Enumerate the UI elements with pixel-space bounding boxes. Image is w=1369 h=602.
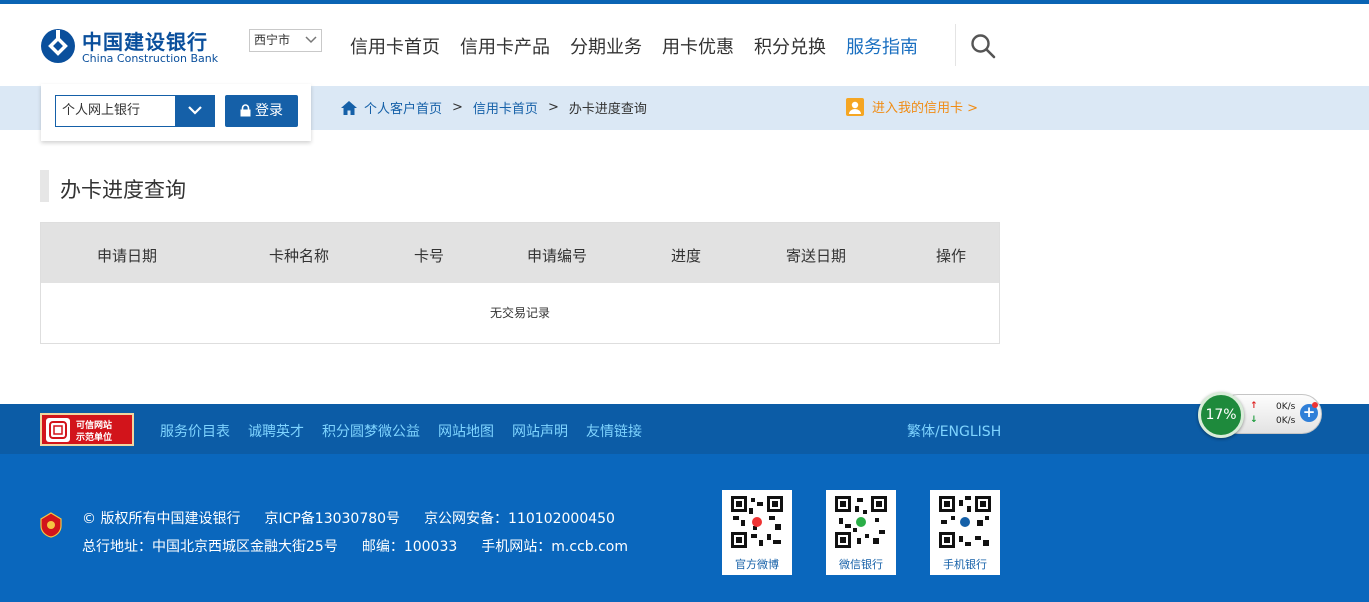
breadcrumb-separator: > (547, 100, 559, 115)
nav-item-card-products[interactable]: 信用卡产品 (460, 33, 550, 59)
qr-label-weibo: 官方微博 (735, 558, 779, 571)
nav-item-service-guide[interactable]: 服务指南 (846, 33, 918, 59)
nav-item-points[interactable]: 积分兑换 (754, 33, 826, 59)
login-type-value: 个人网上银行 (62, 103, 141, 118)
city-select-value: 西宁市 (254, 33, 291, 47)
trusted-site-badge[interactable]: 可信网站 示范单位 (40, 413, 134, 446)
download-speed: 0K/s (1276, 416, 1296, 426)
footer-copyright-line: © 版权所有中国建设银行 京ICP备13030780号 京公网安备：11010200… (82, 508, 639, 528)
my-card-link[interactable]: 进入我的信用卡 > (846, 97, 978, 116)
logo-text-cn: 中国建设银行 (82, 30, 208, 54)
postcode-text: 邮编：100033 (361, 539, 458, 555)
badge-line-2: 示范单位 (76, 433, 113, 443)
login-button-label: 登录 (255, 103, 283, 119)
qr-code-icon (729, 494, 785, 550)
home-icon (341, 100, 357, 115)
net-speed-gauge: 17% (1198, 392, 1244, 438)
qr-weibo[interactable]: 官方微博 (722, 490, 792, 575)
column-card-type: 卡种名称 (269, 247, 330, 265)
login-type-select[interactable]: 个人网上银行 (55, 95, 215, 127)
footer-link-charity[interactable]: 积分圆梦微公益 (322, 421, 420, 441)
table-header: 申请日期 卡种名称 卡号 申请编号 进度 寄送日期 操作 (41, 223, 999, 283)
qr-mobile-bank[interactable]: 手机银行 (930, 490, 1000, 575)
footer-link-careers[interactable]: 诚聘英才 (248, 421, 304, 441)
city-select[interactable]: 西宁市 (249, 29, 322, 52)
search-icon (971, 34, 996, 59)
logo-text-en: China Construction Bank (82, 52, 219, 65)
breadcrumb: 个人客户首页 > 信用卡首页 > 办卡进度查询 (340, 98, 647, 117)
chevron-down-icon (305, 36, 317, 44)
notification-dot (1312, 402, 1318, 408)
main-nav: 信用卡首页 信用卡产品 分期业务 用卡优惠 积分兑换 服务指南 (350, 33, 938, 59)
footer-address-line: 总行地址：中国北京西城区金融大街25号 邮编：100033 手机网站：m.ccb.c… (82, 536, 652, 556)
footer-link-price-list[interactable]: 服务价目表 (160, 421, 230, 441)
net-speed-widget[interactable]: 17% ↑ 0K/s ↓ 0K/s + (1198, 392, 1324, 438)
copyright-text: © 版权所有中国建设银行 (82, 511, 241, 527)
my-card-link-label: 进入我的信用卡 > (872, 101, 979, 116)
table-empty-message: 无交易记录 (489, 306, 550, 320)
progress-table: 申请日期 卡种名称 卡号 申请编号 进度 寄送日期 操作 无交易记录 (40, 222, 1000, 344)
address-text: 总行地址：中国北京西城区金融大街25号 (82, 539, 338, 555)
qr-label-wechat: 微信银行 (839, 558, 883, 571)
download-arrow-icon: ↓ (1250, 415, 1258, 425)
emblem-icon[interactable] (40, 512, 62, 538)
icp-text: 京ICP备13030780号 (264, 511, 401, 527)
column-action: 操作 (936, 247, 967, 265)
nav-item-installments[interactable]: 分期业务 (570, 33, 642, 59)
qr-code-icon (937, 494, 993, 550)
login-button[interactable]: 登录 (225, 95, 298, 127)
footer-link-statement[interactable]: 网站声明 (512, 421, 568, 441)
search-button[interactable] (955, 24, 1001, 66)
footer-link-sitemap[interactable]: 网站地图 (438, 421, 494, 441)
lock-icon (240, 104, 251, 117)
column-application-no: 申请编号 (527, 247, 588, 265)
page-title-marker (40, 170, 49, 202)
chevron-down-icon (188, 106, 202, 115)
column-card-number: 卡号 (414, 247, 445, 265)
column-progress: 进度 (671, 247, 702, 265)
mobile-site-text: 手机网站：m.ccb.com (481, 539, 629, 555)
breadcrumb-card-home[interactable]: 信用卡首页 (473, 98, 538, 117)
nav-item-card-home[interactable]: 信用卡首页 (350, 33, 440, 59)
breadcrumb-current: 办卡进度查询 (568, 102, 647, 117)
user-icon (846, 97, 864, 116)
footer-link-friends[interactable]: 友情链接 (586, 421, 642, 441)
qr-code-icon (833, 494, 889, 550)
nav-item-offers[interactable]: 用卡优惠 (662, 33, 734, 59)
column-apply-date: 申请日期 (97, 247, 158, 265)
ccb-logo[interactable]: 中国建设银行 China Construction Bank (40, 26, 240, 68)
login-panel: 个人网上银行 登录 (41, 84, 311, 141)
ccb-logo-icon (41, 29, 75, 63)
footer-links: 服务价目表 诚聘英才 积分圆梦微公益 网站地图 网站声明 友情链接 (160, 421, 660, 441)
login-type-toggle[interactable] (175, 95, 215, 127)
language-switch[interactable]: 繁体/ENGLISH (907, 421, 1001, 441)
police-record-text: 京公网安备：110102000450 (424, 511, 615, 527)
qr-label-mobile-bank: 手机银行 (943, 558, 987, 571)
site-footer (0, 454, 1369, 602)
badge-seal-icon (46, 418, 70, 442)
qr-wechat[interactable]: 微信银行 (826, 490, 896, 575)
upload-arrow-icon: ↑ (1250, 401, 1258, 411)
breadcrumb-separator: > (452, 100, 463, 115)
column-mail-date: 寄送日期 (786, 247, 847, 265)
breadcrumb-personal-home[interactable]: 个人客户首页 (364, 98, 442, 117)
page-title: 办卡进度查询 (60, 178, 186, 202)
upload-speed: 0K/s (1276, 402, 1296, 412)
